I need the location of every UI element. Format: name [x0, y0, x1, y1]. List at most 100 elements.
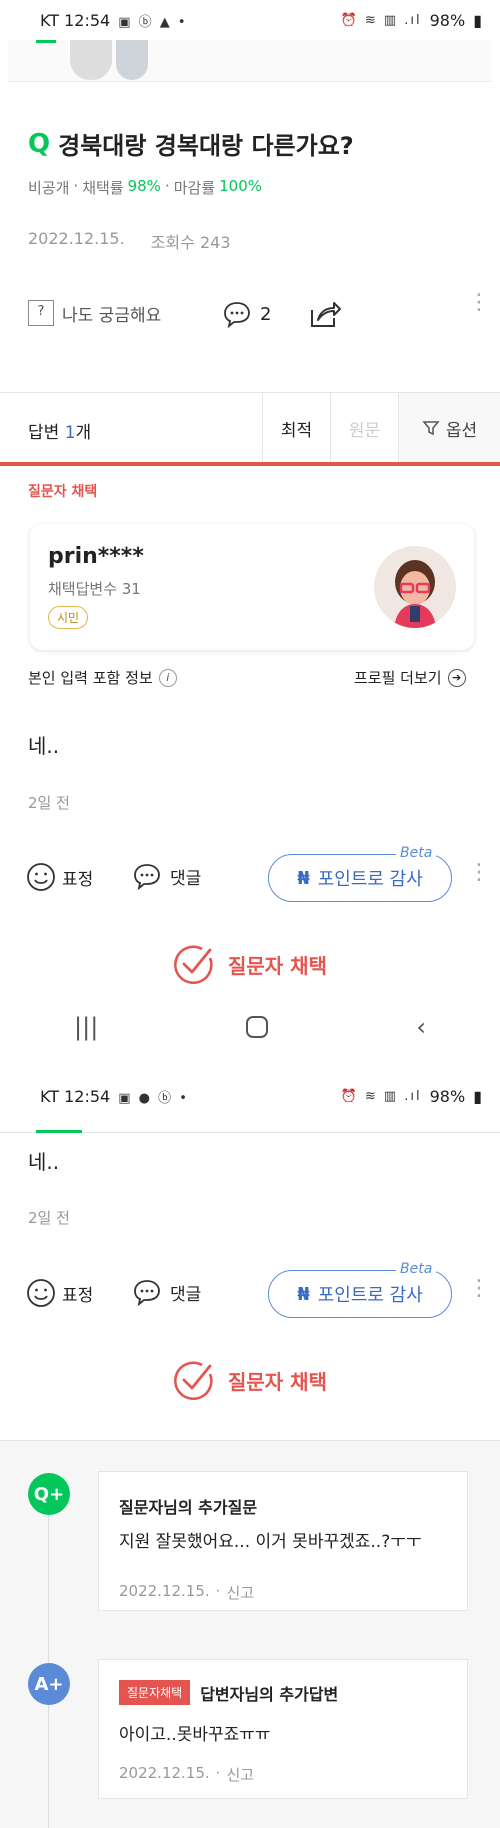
visibility: 비공개	[28, 179, 70, 197]
back-icon[interactable]: ‹	[416, 1013, 426, 1041]
views-label: 조회수	[150, 233, 195, 252]
status-bar: KT 12:54 ▣ ● ⓑ • ⏰ ≋ ▥ .ıl 98% ▮	[0, 1076, 500, 1116]
clock: 12:54	[64, 1086, 111, 1106]
followup-answer-card: 질문자채택 답변자님의 추가답변 아이고..못바꾸죠ㅠㅠ 2022.12.15.…	[98, 1659, 468, 1799]
system-icons: ⏰ ≋ ▥ .ıl	[340, 1088, 422, 1104]
active-indicator	[36, 40, 56, 43]
comment-button[interactable]: 댓글	[132, 862, 201, 890]
sort-best-tab[interactable]: 최적	[262, 393, 330, 463]
followup-text: 아이고..못바꾸죠ㅠㅠ	[119, 1725, 271, 1745]
curious-button[interactable]: ? 나도 궁금해요	[28, 300, 161, 326]
system-icons: ⏰ ≋ ▥ .ıl	[340, 12, 422, 28]
followup-title: 답변자님의 추가답변	[200, 1684, 339, 1704]
self-info[interactable]: 본인 입력 포함 정보 i	[28, 667, 177, 688]
report-link[interactable]: 신고	[226, 1764, 254, 1785]
options-button[interactable]: 옵션	[398, 393, 500, 463]
naver-pay-icon: ₦	[297, 867, 310, 889]
share-icon	[311, 302, 341, 327]
status-bar: KT 12:54 ▣ ⓑ ▲ • ⏰ ≋ ▥ .ıl 98% ▮	[0, 0, 500, 40]
carrier: KT	[40, 10, 60, 30]
followup-answer-icon: A+	[28, 1663, 70, 1705]
naver-pay-icon: ₦	[297, 1283, 310, 1305]
thumbnail-image	[70, 40, 112, 80]
smile-icon	[27, 1279, 55, 1307]
question-date-row: 2022.12.15. 조회수 243	[28, 229, 231, 253]
author-card[interactable]: prin**** 채택답변수 31 시민	[30, 524, 474, 650]
clock: 12:54	[64, 10, 111, 30]
avatar	[374, 546, 456, 628]
arrow-right-icon: ➔	[447, 668, 466, 687]
answer-time: 2일 전	[28, 1209, 70, 1227]
q-mark-icon: Q	[28, 128, 51, 159]
sort-original-tab[interactable]: 원문	[330, 393, 398, 463]
choose-answer-button[interactable]: 질문자 채택	[172, 942, 327, 986]
adopt-label: 채택률	[82, 179, 124, 197]
check-circle-icon	[174, 1361, 213, 1401]
check-circle-icon	[174, 945, 213, 985]
battery-level: 98%	[429, 1086, 466, 1106]
info-icon: i	[158, 668, 177, 687]
chosen-label: 질문자 채택	[28, 484, 98, 500]
choose-answer-button[interactable]: 질문자 채택	[172, 1358, 327, 1402]
points-thanks-button[interactable]: ₦ 포인트로 감사	[268, 1270, 452, 1318]
followup-meta: 2022.12.15. · 신고	[119, 1764, 255, 1785]
battery-level: 98%	[429, 10, 466, 30]
answers-header-underline	[0, 462, 500, 466]
timeline-line	[48, 1491, 49, 1828]
more-menu-icon[interactable]: ⋮	[468, 1278, 490, 1300]
answer-content: 네..	[28, 734, 60, 758]
adopt-rate: 98%	[127, 177, 161, 195]
carrier: KT	[40, 1086, 60, 1106]
close-label: 마감률	[173, 179, 216, 197]
active-indicator	[36, 1130, 82, 1133]
curious-label: 나도 궁금해요	[62, 305, 162, 326]
android-nav-bar: ||| ‹	[0, 1002, 500, 1052]
question-meta: 비공개 · 채택률 98% · 마감률 100%	[28, 177, 263, 197]
followup-section: Q+ 질문자님의 추가질문 지원 잘못했어요... 이거 못바꾸겠죠..?ㅜㅜ …	[0, 1440, 500, 1828]
speech-bubble-icon	[134, 864, 160, 890]
battery-icon: ▮	[473, 1086, 482, 1106]
followup-question-icon: Q+	[28, 1473, 70, 1515]
answer-time: 2일 전	[28, 794, 70, 812]
speech-bubble-icon	[224, 302, 250, 328]
report-link[interactable]: 신고	[226, 1582, 254, 1603]
views-count: 243	[199, 233, 231, 252]
battery-icon: ▮	[473, 10, 482, 30]
avatar-illustration-icon	[394, 560, 436, 628]
comments-button[interactable]: 2	[222, 300, 271, 328]
smile-icon	[27, 863, 55, 891]
comment-button[interactable]: 댓글	[132, 1278, 201, 1306]
followup-meta: 2022.12.15. · 신고	[119, 1582, 255, 1603]
filter-icon	[422, 421, 440, 436]
author-name: prin****	[48, 544, 144, 569]
profile-more-link[interactable]: 프로필 더보기 ➔	[354, 667, 466, 688]
question-title: 경북대랑 경복대랑 다른가요?	[58, 132, 354, 160]
thumbnail-image	[116, 40, 148, 80]
adopted-count: 채택답변수 31	[48, 580, 141, 598]
close-rate: 100%	[219, 177, 263, 195]
share-button[interactable]	[308, 298, 342, 334]
more-menu-icon[interactable]: ⋮	[468, 292, 490, 314]
answer-count: 답변 1개	[28, 423, 92, 443]
speech-bubble-icon	[134, 1280, 160, 1306]
followup-title: 질문자님의 추가질문	[119, 1498, 258, 1517]
emotion-button[interactable]: 표정	[26, 1278, 93, 1308]
question-title-row: Q 경북대랑 경복대랑 다른가요?	[28, 126, 354, 161]
chosen-badge: 질문자채택	[119, 1680, 191, 1705]
beta-tag: Beta	[396, 845, 437, 861]
beta-tag: Beta	[396, 1261, 437, 1277]
followup-date: 2022.12.15.	[119, 1764, 210, 1782]
followup-date: 2022.12.15.	[119, 1582, 210, 1600]
notification-icons: ▣ ⓑ ▲ •	[118, 14, 188, 30]
question-box-icon: ?	[28, 300, 54, 326]
followup-question-card: 질문자님의 추가질문 지원 잘못했어요... 이거 못바꾸겠죠..?ㅜㅜ 202…	[98, 1471, 468, 1611]
home-icon[interactable]	[246, 1016, 269, 1038]
notification-icons: ▣ ● ⓑ •	[118, 1090, 189, 1106]
recent-apps-icon[interactable]: |||	[74, 1013, 98, 1041]
answer-content: 네..	[28, 1150, 60, 1174]
more-menu-icon[interactable]: ⋮	[468, 862, 490, 884]
comment-count: 2	[260, 303, 272, 325]
followup-header: 질문자채택 답변자님의 추가답변	[119, 1680, 338, 1705]
emotion-button[interactable]: 표정	[26, 862, 93, 892]
points-thanks-button[interactable]: ₦ 포인트로 감사	[268, 854, 452, 902]
